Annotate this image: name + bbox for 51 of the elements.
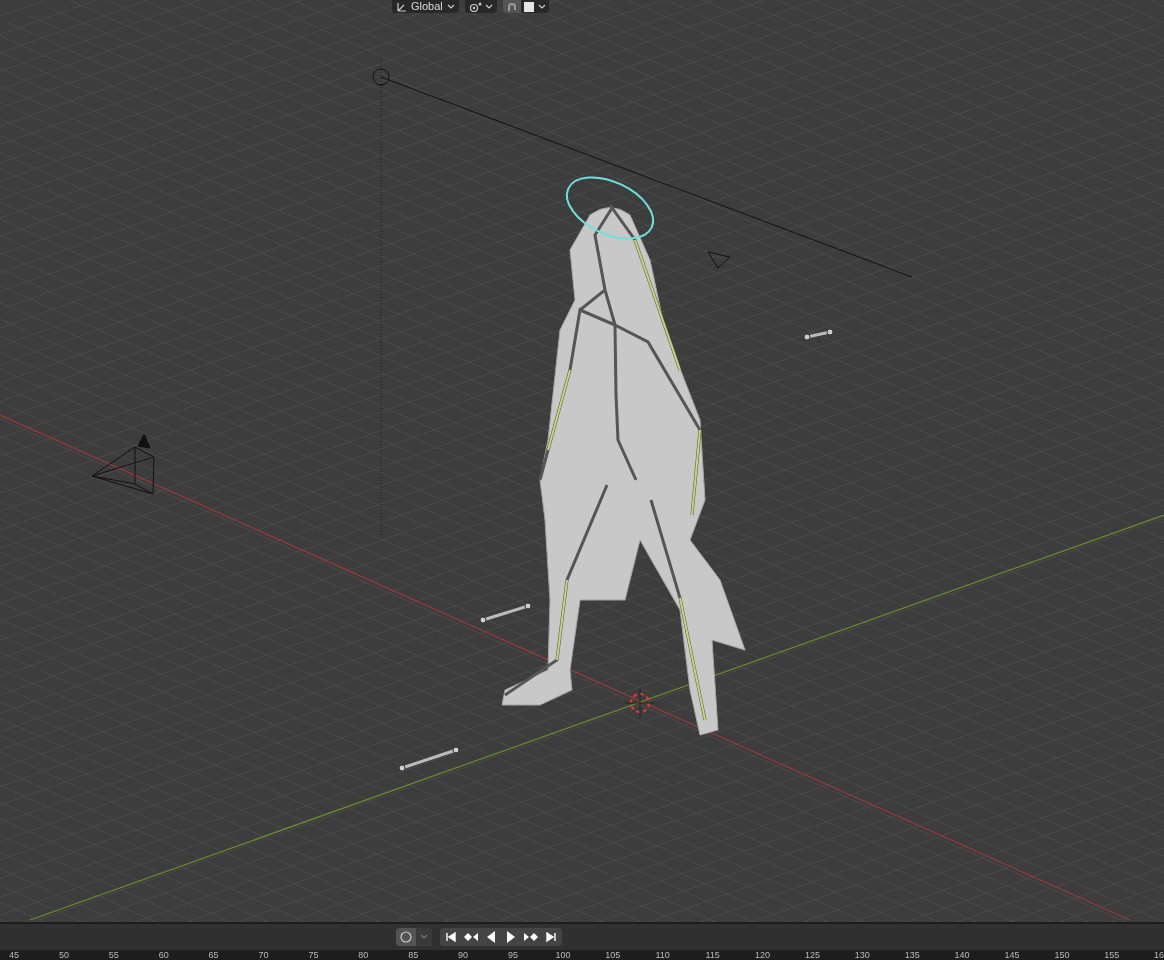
frame-number: 100 <box>555 950 571 960</box>
light-direction-icon <box>707 251 731 269</box>
axes-icon <box>396 1 407 12</box>
keyframe-back-icon <box>464 932 478 942</box>
frame-number: 70 <box>258 950 269 960</box>
frame-number: 16 <box>1154 950 1164 960</box>
frame-number: 115 <box>705 950 720 960</box>
pivot-icon <box>468 1 483 12</box>
chevron-icon <box>537 3 546 10</box>
frame-number: 45 <box>9 950 19 960</box>
frame-number: 90 <box>458 950 469 960</box>
chevron-icon <box>446 3 455 10</box>
frame-number: 105 <box>605 950 621 960</box>
frame-number: 140 <box>954 950 970 960</box>
chevron-icon <box>420 934 428 940</box>
frame-number: 80 <box>358 950 369 960</box>
frame-number: 95 <box>508 950 518 960</box>
frame-number: 150 <box>1054 950 1070 960</box>
pivot-dropdown[interactable] <box>464 0 497 13</box>
jump-start-icon <box>446 932 456 942</box>
frame-number: 145 <box>1004 950 1020 960</box>
play-reverse-icon <box>486 931 496 943</box>
snap-toggle[interactable] <box>502 0 521 13</box>
light-drawing[interactable] <box>372 59 913 541</box>
frame-number: 50 <box>58 950 69 960</box>
jump-end-icon <box>546 932 556 942</box>
frame-number: 60 <box>158 950 169 960</box>
orientation-label: Global <box>411 1 443 12</box>
transform-orientation-dropdown[interactable]: Global <box>392 0 459 13</box>
square-icon <box>523 1 534 12</box>
chevron-icon <box>484 3 493 10</box>
frame-number: 120 <box>755 950 770 960</box>
bone-icon[interactable] <box>803 328 834 341</box>
character-drawing[interactable] <box>501 176 746 736</box>
bone-icon[interactable] <box>479 602 532 624</box>
bone-icon[interactable] <box>398 746 460 772</box>
auto-keying-toggle[interactable] <box>396 928 416 946</box>
frame-number: 155 <box>1104 950 1120 960</box>
frame-number: 55 <box>108 950 119 960</box>
magnet-icon <box>506 1 518 12</box>
frame-number: 125 <box>804 950 820 960</box>
frame-number: 75 <box>308 950 319 960</box>
frame-number: 110 <box>655 950 670 960</box>
play-icon <box>506 931 516 943</box>
cursor-icon <box>624 687 656 719</box>
frame-number: 135 <box>904 950 920 960</box>
frame-number: 85 <box>408 950 419 960</box>
record-icon <box>400 931 412 943</box>
keyframe-forward-icon <box>524 932 538 942</box>
frame-number: 65 <box>208 950 219 960</box>
frame-number: 130 <box>854 950 870 960</box>
